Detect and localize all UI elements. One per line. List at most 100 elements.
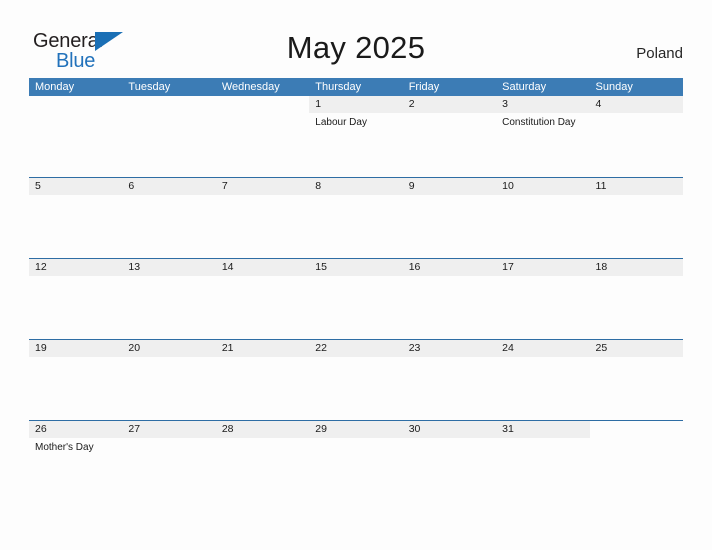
weekday-header-thursday: Thursday — [315, 81, 362, 93]
day-number[interactable]: 1 — [309, 96, 402, 113]
week-date-band: 12 13 14 15 16 17 18 — [29, 258, 683, 276]
holiday-event-label: Mother's Day — [35, 442, 94, 453]
day-number[interactable]: 25 — [590, 340, 683, 357]
day-number-empty — [215, 96, 310, 113]
day-cell[interactable] — [29, 357, 122, 420]
day-number[interactable]: 17 — [496, 259, 589, 276]
day-number[interactable]: 24 — [496, 340, 589, 357]
day-cell[interactable] — [29, 276, 122, 339]
day-cell[interactable] — [403, 195, 496, 258]
day-number[interactable]: 12 — [29, 259, 122, 276]
day-cell[interactable]: Mother's Day — [29, 438, 122, 501]
day-number[interactable]: 26 — [29, 421, 122, 438]
holiday-event-label: Labour Day — [315, 117, 367, 128]
day-cell[interactable] — [122, 276, 215, 339]
day-number[interactable]: 13 — [122, 259, 215, 276]
day-cell[interactable] — [496, 357, 589, 420]
calendar-week-row: 19 20 21 22 23 24 25 — [29, 339, 683, 420]
day-cell[interactable] — [216, 357, 309, 420]
day-number[interactable]: 21 — [216, 340, 309, 357]
day-cell[interactable] — [29, 195, 122, 258]
day-cell[interactable] — [216, 113, 309, 176]
day-cell[interactable] — [309, 276, 402, 339]
week-date-band: 26 27 28 29 30 31 — [29, 420, 683, 438]
weekday-header-monday: Monday — [35, 81, 75, 93]
day-number[interactable]: 22 — [309, 340, 402, 357]
day-number[interactable]: 16 — [403, 259, 496, 276]
calendar-week-row: 5 6 7 8 9 10 11 — [29, 177, 683, 258]
calendar-week-row: 1 2 3 4 Labour Day Constitution Day — [29, 96, 683, 177]
day-number[interactable]: 28 — [216, 421, 309, 438]
page-header: General Blue May 2025 Poland — [0, 0, 712, 78]
day-cell[interactable]: Constitution Day — [496, 113, 589, 176]
day-number[interactable]: 8 — [309, 178, 402, 195]
day-cell[interactable] — [309, 195, 402, 258]
day-number[interactable]: 19 — [29, 340, 122, 357]
weekday-header-sunday: Sunday — [595, 81, 633, 93]
day-number[interactable]: 29 — [309, 421, 402, 438]
day-number[interactable]: 2 — [403, 96, 496, 113]
day-number[interactable]: 15 — [309, 259, 402, 276]
day-cell[interactable] — [590, 276, 683, 339]
day-cell[interactable] — [309, 357, 402, 420]
day-cell[interactable] — [496, 276, 589, 339]
day-number[interactable]: 10 — [496, 178, 589, 195]
calendar-week-row: 26 27 28 29 30 31 Mother's Day — [29, 420, 683, 501]
weekday-header-saturday: Saturday — [502, 81, 547, 93]
week-event-band — [29, 195, 683, 258]
day-number[interactable]: 7 — [216, 178, 309, 195]
day-cell[interactable] — [403, 113, 496, 176]
day-cell[interactable] — [496, 438, 589, 501]
day-number[interactable]: 6 — [122, 178, 215, 195]
week-date-band: 5 6 7 8 9 10 11 — [29, 177, 683, 195]
day-number[interactable]: 9 — [403, 178, 496, 195]
day-number[interactable]: 4 — [590, 96, 683, 113]
day-cell[interactable] — [122, 195, 215, 258]
day-number[interactable]: 3 — [496, 96, 589, 113]
day-cell[interactable]: Labour Day — [309, 113, 402, 176]
day-cell[interactable] — [403, 357, 496, 420]
day-number[interactable]: 27 — [122, 421, 215, 438]
day-cell[interactable] — [216, 276, 309, 339]
calendar-weeks: 1 2 3 4 Labour Day Constitution Day 5 6 7 8 9 10 11 1… — [29, 96, 683, 501]
country-label: Poland — [636, 45, 683, 62]
day-number[interactable]: 11 — [590, 178, 683, 195]
day-cell[interactable] — [403, 276, 496, 339]
day-number[interactable]: 14 — [216, 259, 309, 276]
week-event-band — [29, 276, 683, 339]
day-cell[interactable] — [590, 438, 683, 501]
day-cell[interactable] — [590, 195, 683, 258]
day-number[interactable]: 23 — [403, 340, 496, 357]
weekday-header-wednesday: Wednesday — [221, 81, 280, 93]
week-date-band: 19 20 21 22 23 24 25 — [29, 339, 683, 357]
day-cell[interactable] — [590, 357, 683, 420]
day-number-empty — [122, 96, 216, 113]
week-event-band — [29, 357, 683, 420]
day-cell[interactable] — [122, 438, 215, 501]
day-number[interactable]: 5 — [29, 178, 122, 195]
day-cell[interactable] — [216, 438, 309, 501]
week-event-band: Mother's Day — [29, 438, 683, 501]
weekday-header-tuesday: Tuesday — [128, 81, 171, 93]
day-number[interactable]: 18 — [590, 259, 683, 276]
day-cell[interactable] — [590, 113, 683, 176]
weekday-header-friday: Friday — [408, 81, 440, 93]
week-event-band: Labour Day Constitution Day — [29, 113, 683, 176]
day-cell[interactable] — [29, 113, 122, 176]
day-number[interactable]: 31 — [496, 421, 589, 438]
day-number-empty — [589, 421, 683, 438]
page-title: May 2025 — [286, 30, 426, 65]
day-cell[interactable] — [496, 195, 589, 258]
day-cell[interactable] — [216, 195, 309, 258]
day-number[interactable]: 20 — [122, 340, 215, 357]
day-cell[interactable] — [122, 113, 215, 176]
calendar-table: Monday Tuesday Wednesday Thursday Friday Satu… — [29, 78, 683, 501]
day-number-empty — [29, 96, 123, 113]
calendar-page: General Blue May 2025 Poland Monday Tuesd… — [0, 0, 712, 550]
day-cell[interactable] — [403, 438, 496, 501]
calendar-week-row: 12 13 14 15 16 17 18 — [29, 258, 683, 339]
day-number[interactable]: 30 — [403, 421, 496, 438]
weekday-header-row: Monday Tuesday Wednesday Thursday Friday Satu… — [29, 78, 683, 96]
day-cell[interactable] — [309, 438, 402, 501]
day-cell[interactable] — [122, 357, 215, 420]
